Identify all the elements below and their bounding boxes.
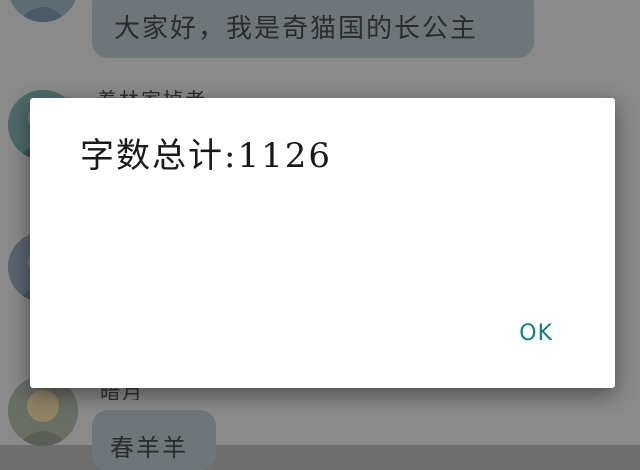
dialog-message: 字数总计:1126 — [80, 136, 332, 176]
avatar[interactable] — [8, 0, 78, 22]
message-bubble[interactable]: 大家好，我是奇猫国的长公主 — [92, 0, 534, 58]
sender-name: 暗月 — [100, 388, 144, 400]
avatar-image — [8, 0, 78, 22]
message-bubble[interactable]: 春羊羊 — [92, 410, 216, 470]
message-text: 大家好，我是奇猫国的长公主 — [114, 14, 479, 44]
message-text: 春羊羊 — [110, 434, 188, 462]
alert-dialog: 字数总计:1126 OK — [30, 98, 615, 388]
ok-button[interactable]: OK — [513, 317, 559, 350]
